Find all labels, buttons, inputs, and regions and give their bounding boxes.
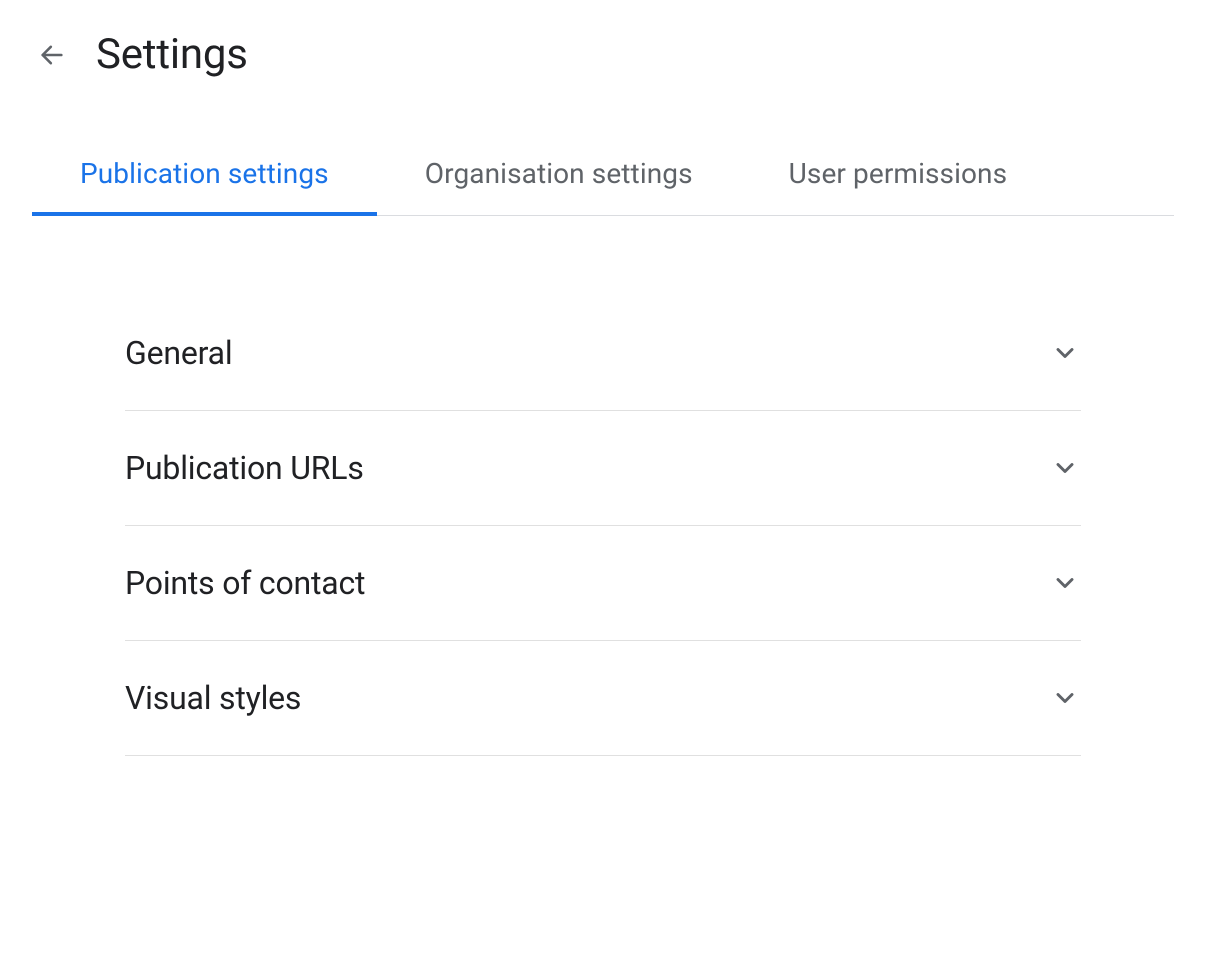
section-title: General: [125, 334, 232, 372]
section-title: Points of contact: [125, 564, 365, 602]
tab-publication-settings[interactable]: Publication settings: [32, 139, 377, 216]
section-title: Visual styles: [125, 679, 301, 717]
header: Settings: [0, 0, 1206, 99]
sections-list: General Publication URLs Points of conta…: [125, 296, 1081, 756]
section-points-of-contact[interactable]: Points of contact: [125, 526, 1081, 641]
chevron-down-icon: [1049, 337, 1081, 369]
arrow-left-icon: [38, 41, 66, 69]
tabs: Publication settings Organisation settin…: [32, 139, 1174, 216]
back-button[interactable]: [32, 35, 72, 75]
section-general[interactable]: General: [125, 296, 1081, 411]
chevron-down-icon: [1049, 452, 1081, 484]
tab-user-permissions[interactable]: User permissions: [741, 139, 1056, 216]
section-publication-urls[interactable]: Publication URLs: [125, 411, 1081, 526]
section-visual-styles[interactable]: Visual styles: [125, 641, 1081, 756]
chevron-down-icon: [1049, 682, 1081, 714]
chevron-down-icon: [1049, 567, 1081, 599]
tab-organisation-settings[interactable]: Organisation settings: [377, 139, 741, 216]
section-title: Publication URLs: [125, 449, 364, 487]
page-title: Settings: [96, 30, 248, 79]
